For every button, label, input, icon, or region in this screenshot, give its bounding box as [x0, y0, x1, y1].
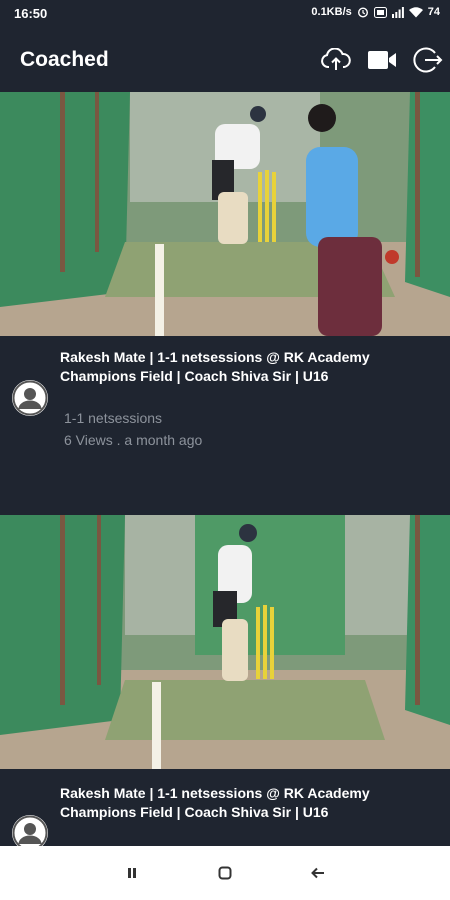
status-bar: 16:50 0.1KB/s 74	[0, 0, 450, 28]
alarm-icon	[357, 6, 369, 18]
cloud-upload-icon[interactable]	[318, 42, 354, 78]
signal-icon	[391, 6, 404, 18]
battery-level: 74	[427, 6, 440, 18]
volte-icon	[373, 6, 387, 18]
video-meta: 6 Views . a month ago	[64, 432, 203, 448]
video-title[interactable]: Rakesh Mate | 1-1 netsessions @ RK Acade…	[60, 784, 400, 822]
app-bar: Coached	[0, 28, 450, 92]
recents-icon[interactable]	[119, 860, 145, 886]
video-title[interactable]: Rakesh Mate | 1-1 netsessions @ RK Acade…	[60, 348, 400, 386]
video-camera-icon[interactable]	[364, 42, 400, 78]
app-title: Coached	[20, 48, 109, 71]
status-icons: 0.1KB/s 74	[311, 6, 440, 18]
video-card-info: Rakesh Mate | 1-1 netsessions @ RK Acade…	[0, 336, 450, 508]
video-thumbnail[interactable]	[0, 515, 450, 769]
video-card-info: Rakesh Mate | 1-1 netsessions @ RK Acade…	[0, 769, 450, 851]
wifi-icon	[408, 6, 423, 18]
back-icon[interactable]	[305, 860, 331, 886]
home-icon[interactable]	[212, 860, 238, 886]
system-nav-bar	[0, 846, 450, 900]
video-thumbnail[interactable]	[0, 92, 450, 336]
app-actions	[318, 42, 446, 78]
network-speed: 0.1KB/s	[311, 6, 352, 18]
video-subtitle: 1-1 netsessions	[64, 410, 163, 426]
avatar[interactable]	[12, 380, 48, 416]
logout-icon[interactable]	[410, 42, 446, 78]
status-time: 16:50	[14, 6, 48, 21]
